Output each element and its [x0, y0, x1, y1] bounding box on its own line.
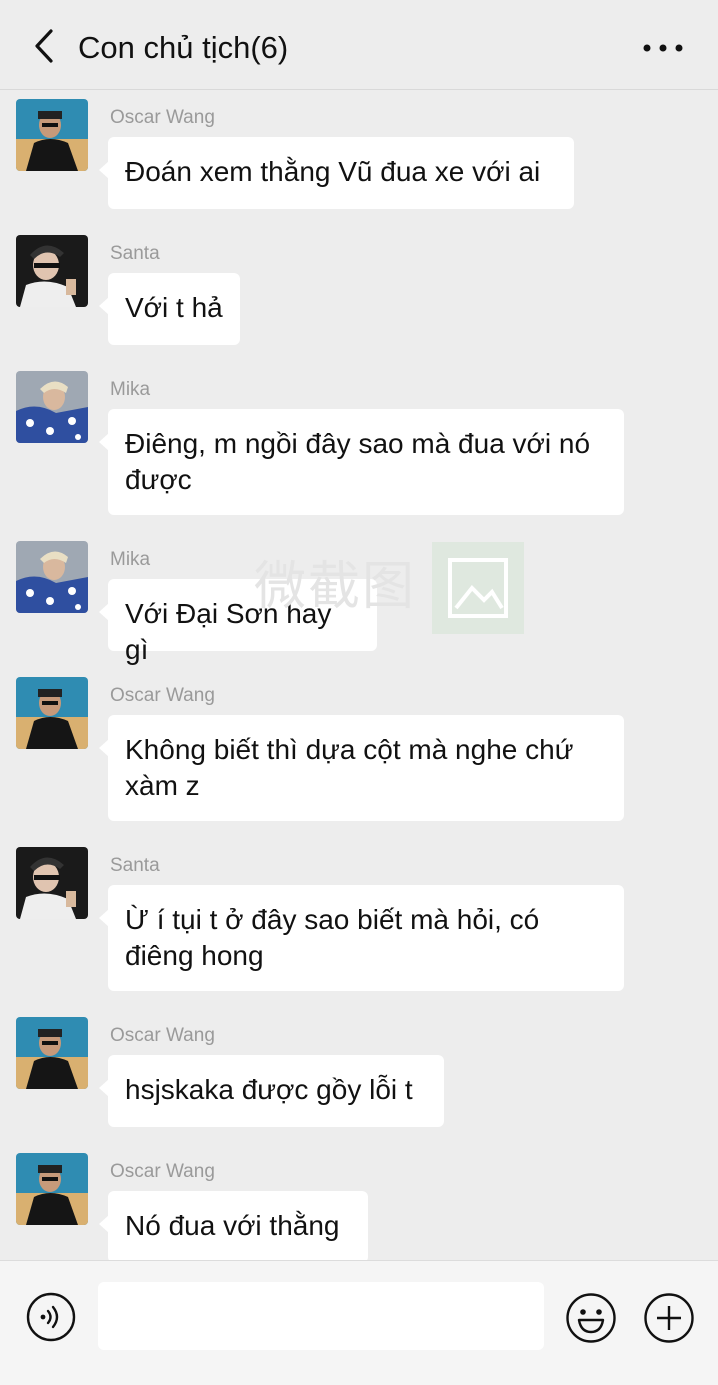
avatar-oscar: [16, 677, 88, 749]
avatar-santa: [16, 235, 88, 307]
emoji-icon: [566, 1293, 616, 1343]
avatar-oscar: [16, 99, 88, 171]
message-input[interactable]: [98, 1282, 544, 1350]
message-text-line: được: [125, 464, 192, 495]
sender-name: Santa: [110, 855, 160, 876]
avatar[interactable]: [16, 677, 88, 749]
sender-name: Mika: [110, 379, 151, 400]
sender-name: Oscar Wang: [110, 107, 215, 128]
message-bubble[interactable]: Với t hả: [99, 273, 240, 345]
chat-title: Con chủ tịch(6): [78, 30, 289, 65]
sender-name: Santa: [110, 243, 160, 264]
avatar-oscar: [16, 1017, 88, 1089]
message-text: Với t hả: [125, 292, 223, 323]
plus-icon: [644, 1293, 694, 1343]
message-bubble[interactable]: Nó đua với thằng: [99, 1191, 368, 1260]
avatar-mika: [16, 371, 88, 443]
sender-name: Oscar Wang: [110, 1161, 215, 1182]
voice-button[interactable]: [26, 1292, 76, 1342]
message-bubble[interactable]: Với Đại Sơn hay gì: [99, 579, 377, 665]
sender-name: Mika: [110, 549, 151, 570]
chevron-left-icon: [35, 29, 53, 63]
message-bubble[interactable]: Điêng, m ngồi đây sao mà đua với nó được: [99, 409, 624, 515]
message-bubble[interactable]: Ừ í tụi t ở đây sao biết mà hỏi, có điên…: [99, 885, 624, 991]
message-text-line: Không biết thì dựa cột mà nghe chứ: [125, 734, 574, 765]
message-text-line: xàm z: [125, 770, 200, 801]
avatar[interactable]: [16, 541, 88, 613]
emoji-button[interactable]: [565, 1292, 617, 1344]
avatar[interactable]: [16, 847, 88, 919]
avatar[interactable]: [16, 235, 88, 307]
sender-name: Oscar Wang: [110, 685, 215, 706]
avatar-mika: [16, 541, 88, 613]
message-text: Với Đại Sơn hay gì: [125, 598, 332, 665]
avatar[interactable]: [16, 99, 88, 171]
avatar[interactable]: [16, 371, 88, 443]
back-button[interactable]: [24, 24, 64, 68]
avatar[interactable]: [16, 1017, 88, 1089]
more-options-button[interactable]: [638, 30, 688, 66]
avatar[interactable]: [16, 1153, 88, 1225]
avatar-santa: [16, 847, 88, 919]
more-dots-icon: [643, 44, 683, 52]
chat-header: Con chủ tịch(6): [0, 0, 718, 90]
add-more-button[interactable]: [643, 1292, 695, 1344]
avatar-oscar: [16, 1153, 88, 1225]
message-bubble[interactable]: Đoán xem thằng Vũ đua xe với ai: [99, 137, 574, 209]
message-text: Đoán xem thằng Vũ đua xe với ai: [125, 156, 541, 187]
message-bubble[interactable]: Không biết thì dựa cột mà nghe chứ xàm z: [99, 715, 624, 821]
message-text: hsjskaka được gồy lỗi t: [125, 1074, 413, 1105]
message-list[interactable]: Oscar Wang Đoán xem thằng Vũ đua xe với …: [0, 91, 718, 1260]
message-text-line: Điêng, m ngồi đây sao mà đua với nó: [125, 428, 591, 459]
message-bubble[interactable]: hsjskaka được gồy lỗi t: [99, 1055, 444, 1127]
message-text: Nó đua với thằng: [125, 1210, 340, 1241]
sender-name: Oscar Wang: [110, 1025, 215, 1046]
message-text-line: Ừ í tụi t ở đây sao biết mà hỏi, có: [125, 904, 540, 935]
message-text-line: điêng hong: [125, 940, 264, 971]
input-bar: [0, 1260, 718, 1385]
voice-icon: [26, 1292, 76, 1342]
